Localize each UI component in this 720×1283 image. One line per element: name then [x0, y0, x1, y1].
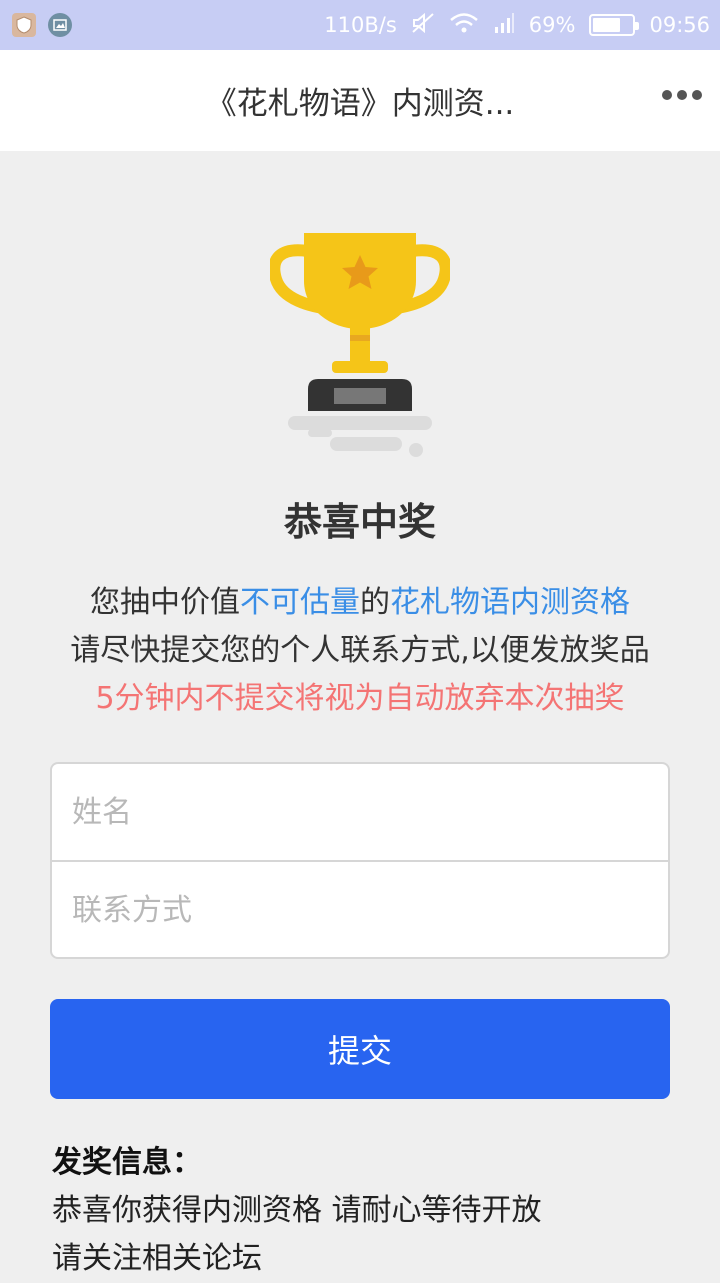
dot	[692, 90, 702, 100]
submit-button[interactable]: 提交	[50, 999, 670, 1099]
battery-fill	[593, 18, 620, 32]
congrats-heading: 恭喜中奖	[283, 500, 436, 544]
name-input[interactable]	[52, 764, 668, 860]
status-bar-right: 110B/s 69% 09:56	[324, 12, 710, 39]
award-info-line: 请关注相关论坛	[52, 1241, 262, 1276]
clock: 09:56	[649, 13, 710, 37]
desc-text: 您抽中价值	[90, 585, 240, 620]
dot	[677, 90, 687, 100]
highlight-prize: 花札物语内测资格	[390, 585, 630, 620]
contact-input[interactable]	[52, 862, 668, 958]
wifi-icon	[449, 12, 479, 39]
award-info-line: 恭喜你获得内测资格 请耐心等待开放	[52, 1193, 542, 1228]
warning-text: 5分钟内不提交将视为自动放弃本次抽奖	[95, 681, 625, 716]
more-dots-icon[interactable]	[662, 90, 702, 100]
title-bar: 《花札物语》内测资...	[0, 50, 720, 151]
page-title: 《花札物语》内测资...	[205, 86, 515, 122]
net-speed: 110B/s	[324, 13, 397, 37]
prize-description: 您抽中价值不可估量的花札物语内测资格 请尽快提交您的个人联系方式,以便发放奖品 …	[0, 579, 720, 723]
desc-text: 的	[360, 585, 390, 620]
desc-line-2: 请尽快提交您的个人联系方式,以便发放奖品	[70, 633, 650, 668]
battery-icon	[589, 14, 640, 36]
dot	[662, 90, 672, 100]
trophy-icon	[268, 229, 452, 459]
award-info: 发奖信息： 恭喜你获得内测资格 请耐心等待开放 请关注相关论坛	[52, 1139, 672, 1283]
status-bar-left	[12, 13, 72, 37]
shield-app-icon	[12, 13, 36, 37]
contact-form	[50, 762, 670, 959]
award-info-title: 发奖信息：	[52, 1145, 202, 1180]
image-app-icon	[48, 13, 72, 37]
signal-icon	[493, 12, 515, 39]
highlight-value: 不可估量	[240, 585, 360, 620]
battery-percent: 69%	[528, 13, 576, 37]
mute-icon	[411, 12, 435, 39]
status-bar: 110B/s 69% 09:56	[0, 0, 720, 50]
desc-line-1: 您抽中价值不可估量的花札物语内测资格	[0, 579, 720, 627]
